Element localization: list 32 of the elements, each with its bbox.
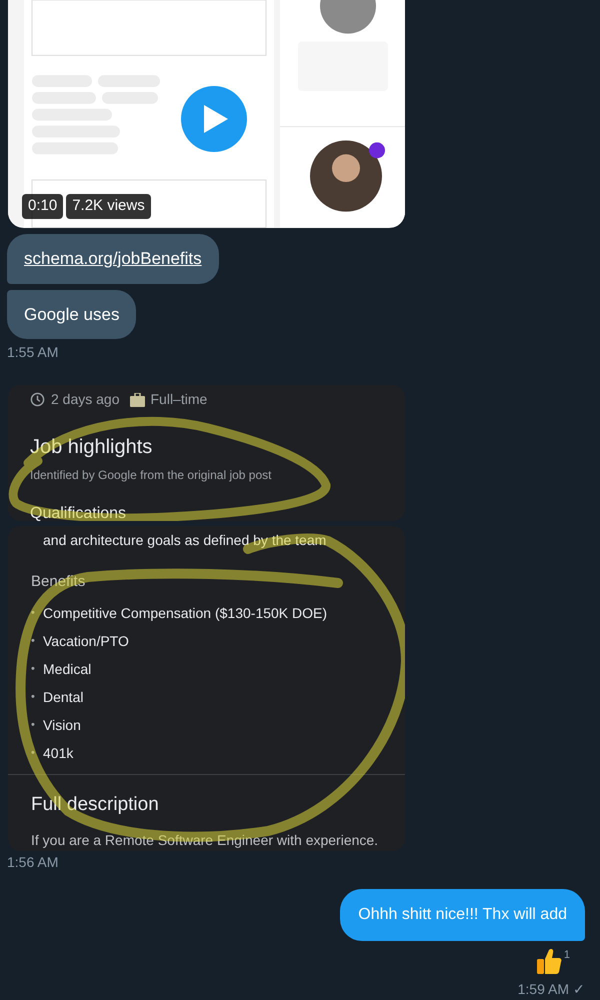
bullet: • xyxy=(31,662,36,678)
posted-time: 2 days ago xyxy=(51,390,120,409)
message-bubble: Ohhh shitt nice!!! Thx will add xyxy=(340,889,585,941)
section-title: Job highlights xyxy=(30,435,154,460)
bullet: • xyxy=(31,718,36,734)
section-title: Full description xyxy=(31,793,160,818)
briefcase-icon xyxy=(130,392,144,406)
benefit-item: Competitive Compensation ($130-150K DOE) xyxy=(43,604,328,624)
timestamp: 1:55 AM xyxy=(7,343,60,362)
timestamp: 1:59 AM xyxy=(518,980,569,999)
thumbs-up-icon xyxy=(536,947,562,975)
message-bubble: Google uses xyxy=(7,290,136,339)
bullet: • xyxy=(31,690,36,706)
subtitle: Identified by Google from the original job post xyxy=(30,467,272,484)
bullet: • xyxy=(31,746,36,762)
benefit-item: Medical xyxy=(43,660,92,680)
reaction-count: 1 xyxy=(564,948,570,963)
job-type: Full–time xyxy=(150,390,208,409)
list-text: and architecture goals as defined by the team xyxy=(43,530,328,550)
benefit-item: Dental xyxy=(43,688,84,708)
play-icon xyxy=(204,105,228,133)
video-duration: 0:10 xyxy=(22,194,64,218)
view-count: 7.2K views xyxy=(66,194,151,218)
timestamp: 1:56 AM xyxy=(7,853,60,872)
bullet: • xyxy=(31,634,36,650)
benefit-item: Vacation/PTO xyxy=(43,632,129,652)
video-thumbnail[interactable]: 0:10 7.2K views xyxy=(8,0,405,228)
benefit-item: 401k xyxy=(43,744,74,764)
sent-check: ✓ xyxy=(573,980,585,999)
clock-icon xyxy=(30,392,45,407)
bullet: • xyxy=(31,606,36,622)
benefit-item: Vision xyxy=(43,716,81,736)
